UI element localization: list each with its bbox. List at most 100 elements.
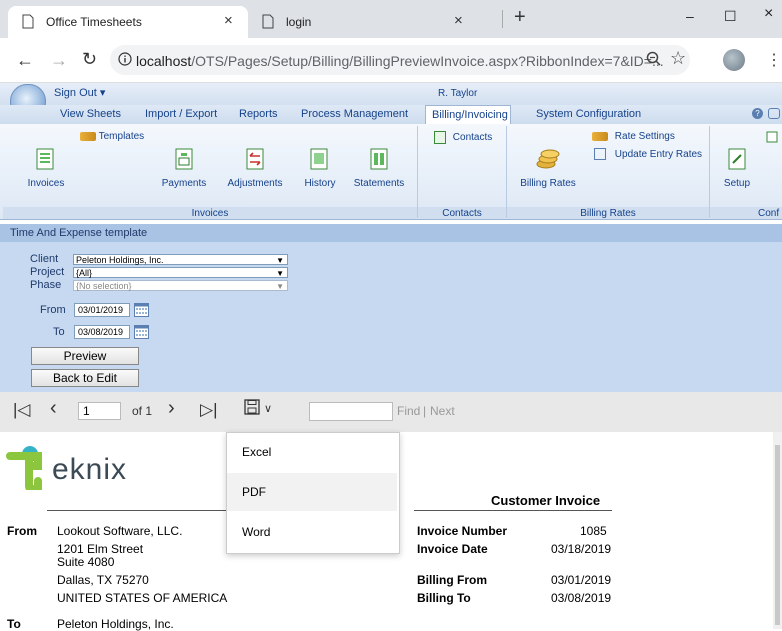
from-company: Lookout Software, LLC. [57,524,183,538]
close-window-button[interactable]: × [764,5,773,23]
bookmark-star-icon[interactable]: ☆ [670,48,686,69]
project-select[interactable]: {All} ▼ [73,267,288,278]
invoice-number-label: Invoice Number [417,524,508,538]
statements-button[interactable]: Statements [350,178,408,189]
browser-tab-office-timesheets[interactable]: Office Timesheets × [8,6,248,38]
statements-icon [370,148,388,170]
page-count: of 1 [132,404,153,418]
tab-close-icon[interactable]: × [224,12,233,29]
info-icon[interactable] [118,52,132,69]
update-entry-rates-button[interactable]: Update Entry Rates [594,148,702,160]
config-small-icon [766,131,778,146]
to-label: To [53,326,65,338]
user-name: R. Taylor [438,88,478,99]
phase-select[interactable]: {No selection} ▼ [73,280,288,291]
billing-rates-group-label: Billing Rates [580,208,636,219]
reload-icon[interactable]: ↻ [82,49,97,70]
calendar-icon[interactable] [134,325,149,342]
phase-label: Phase [30,279,62,291]
help-icon[interactable]: ? [752,108,763,119]
find-link[interactable]: Find [397,404,420,418]
chevron-down-icon[interactable]: ∨ [264,402,272,415]
invoice-date-value: 03/18/2019 [551,542,612,556]
rate-settings-icon [592,131,608,141]
from-city: Dallas, TX 75270 [57,573,149,587]
minimize-button[interactable]: – [686,8,694,24]
tab-reports[interactable]: Reports [239,108,278,120]
page-icon [22,14,34,32]
browser-tab-login[interactable]: login × [248,6,488,38]
billing-from-label: Billing From [417,573,487,587]
first-page-icon[interactable]: |◁ [13,400,31,420]
contacts-group-label: Contacts [442,208,482,219]
ribbon-header [0,83,782,105]
tab-title: login [286,15,312,29]
billing-rates-button[interactable]: Billing Rates [518,178,578,189]
last-page-icon[interactable]: ▷| [200,400,218,420]
contacts-button[interactable]: Contacts [434,131,492,144]
teknix-logo [4,436,52,493]
page-icon [262,14,274,32]
adjustments-icon [246,148,264,170]
find-input[interactable] [309,402,393,421]
dropdown-arrow-icon: ▼ [276,282,284,291]
page-number-input[interactable]: 1 [78,402,121,420]
client-select[interactable]: Peleton Holdings, Inc. ▼ [73,254,288,265]
new-tab-button[interactable]: + [514,6,526,29]
next-page-icon[interactable]: › [168,397,175,420]
forward-arrow-icon[interactable]: → [50,50,68,71]
export-pdf-option[interactable]: PDF [227,473,397,511]
setup-button[interactable]: Setup [722,178,752,189]
dropdown-arrow-icon: ▼ [276,269,284,278]
tab-close-icon[interactable]: × [454,12,463,29]
payments-button[interactable]: Payments [156,178,212,189]
preview-button[interactable]: Preview [31,347,139,365]
billing-to-label: Billing To [417,591,471,605]
back-arrow-icon[interactable]: ← [16,50,34,71]
adjustments-button[interactable]: Adjustments [224,178,286,189]
dropdown-arrow-icon: ▼ [276,256,284,265]
next-link[interactable]: Next [430,404,455,418]
template-title: Time And Expense template [10,227,148,239]
save-icon[interactable] [244,399,260,418]
from-date-input[interactable]: 03/01/2019 [74,303,130,317]
contacts-icon [434,131,446,144]
update-rates-icon [594,148,606,160]
project-label: Project [30,266,65,278]
invoices-icon [36,148,54,170]
menu-dots-icon[interactable]: ⋮ [766,50,782,70]
tab-billing-invoicing[interactable]: Billing/Invoicing [425,105,511,124]
rate-settings-button[interactable]: Rate Settings [592,131,675,142]
setup-icon [728,148,746,170]
history-button[interactable]: History [300,178,340,189]
sign-out-button[interactable]: Sign Out ▾ [54,86,105,99]
tab-divider [502,10,503,28]
calendar-icon[interactable] [134,303,149,320]
zoom-icon[interactable] [646,51,662,70]
tab-system-configuration[interactable]: System Configuration [536,108,641,120]
options-icon[interactable] [768,108,780,119]
profile-avatar[interactable] [723,49,745,71]
logo-text: eknix [52,453,128,486]
tab-process-management[interactable]: Process Management [301,108,408,120]
invoice-title: Customer Invoice [491,493,601,508]
tab-import-export[interactable]: Import / Export [145,108,217,120]
export-excel-option[interactable]: Excel [227,433,397,471]
history-icon [310,148,328,170]
maximize-button[interactable]: ☐ [724,8,737,25]
invoices-button[interactable]: Invoices [16,178,76,189]
tab-view-sheets[interactable]: View Sheets [60,108,121,120]
coins-icon [536,148,562,173]
from-country: UNITED STATES OF AMERICA [57,591,228,605]
from-label: From [40,304,66,316]
templates-button[interactable]: Templates [80,131,144,142]
previous-page-icon[interactable]: ‹ [50,397,57,420]
tab-title: Office Timesheets [46,15,142,29]
back-to-edit-button[interactable]: Back to Edit [31,369,139,387]
configuration-group-label: Conf [758,208,780,219]
scrollbar-thumb[interactable] [775,445,780,625]
export-word-option[interactable]: Word [227,513,397,551]
to-date-input[interactable]: 03/08/2019 [74,325,130,339]
from-street: 1201 Elm Street [57,542,144,556]
billing-to-value: 03/08/2019 [551,591,612,605]
